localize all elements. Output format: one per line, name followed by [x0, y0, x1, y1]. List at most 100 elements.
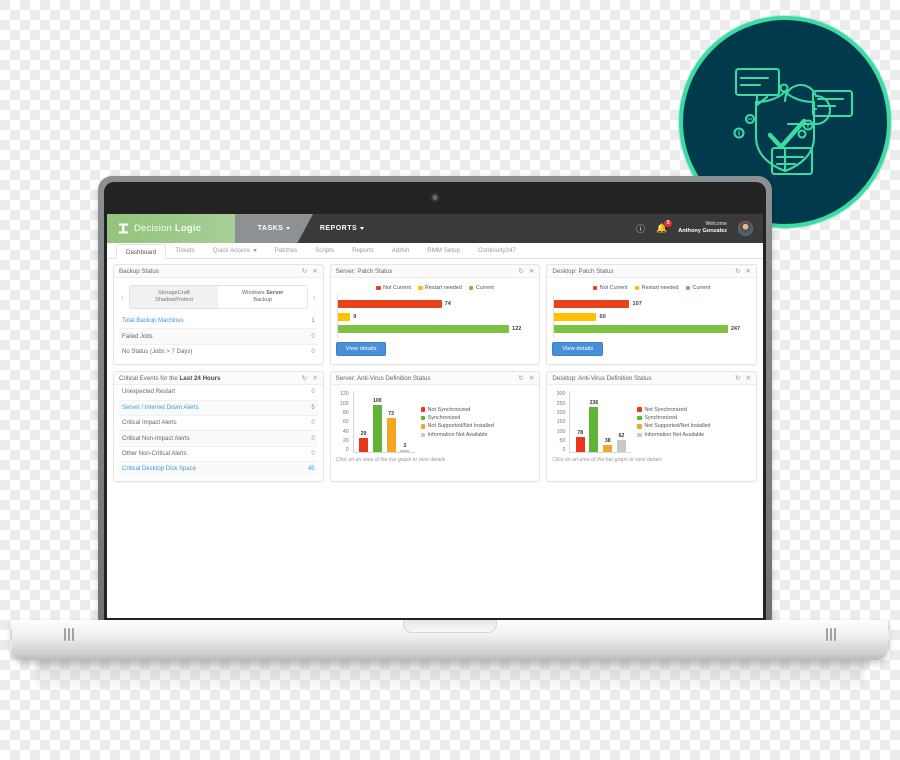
- vertical-bar-chart[interactable]: 120 100 80 60 40 20 0 29 100 73 3 Not Synchronized S…: [336, 389, 535, 454]
- list-item[interactable]: Server / Internet Down Alerts 5: [119, 400, 318, 416]
- trackpad-notch: [403, 620, 497, 633]
- bar-column[interactable]: 100: [372, 391, 382, 453]
- bar[interactable]: [554, 300, 630, 308]
- panel-body: ‹ StorageCraft ShadowProtect Windows Ser…: [114, 278, 323, 364]
- bar-row[interactable]: 107: [554, 299, 751, 310]
- vertical-bar-chart[interactable]: 300 250 200 150 100 50 0 78 236 38 62 Not Synchroni…: [552, 389, 751, 454]
- refresh-icon[interactable]: ↻: [735, 374, 740, 382]
- close-icon[interactable]: ✕: [312, 267, 317, 275]
- bar-row[interactable]: 9: [337, 311, 535, 322]
- y-tick-label: 80: [342, 409, 349, 416]
- list-item-label: Failed Jobs: [122, 333, 153, 340]
- database-icon: [118, 223, 129, 235]
- avatar[interactable]: [738, 221, 753, 236]
- close-icon[interactable]: ✕: [746, 267, 751, 275]
- legend-item: Not Synchronized: [420, 406, 494, 413]
- nav-reports[interactable]: REPORTS: [299, 214, 385, 243]
- speaker-grille-left: [64, 628, 74, 641]
- bell-icon[interactable]: 🔔 5: [656, 220, 673, 234]
- close-icon[interactable]: ✕: [529, 267, 534, 275]
- panel-header: Server: Anti-Virus Definition Status ↻ ✕: [330, 372, 540, 386]
- legend-swatch: [420, 415, 426, 421]
- refresh-icon[interactable]: ↻: [302, 374, 307, 382]
- close-icon[interactable]: ✕: [529, 374, 534, 382]
- bar-column[interactable]: 38: [603, 391, 613, 453]
- tab-tickets[interactable]: Tickets: [166, 243, 203, 258]
- list-item: Critical Impact Alerts 0: [119, 416, 318, 432]
- chevron-down-icon: [286, 227, 291, 230]
- refresh-icon[interactable]: ↻: [302, 267, 307, 275]
- bar-column[interactable]: 73: [386, 391, 396, 453]
- legend-label: Not Synchronized: [427, 406, 471, 413]
- list-item[interactable]: Critical Desktop Disk Space 45: [119, 462, 318, 477]
- legend-label: Current: [475, 285, 494, 291]
- bar[interactable]: [359, 438, 369, 453]
- bar-value-label: 3: [403, 443, 407, 450]
- bar[interactable]: [337, 312, 351, 321]
- refresh-icon[interactable]: ↻: [735, 267, 740, 275]
- tab-patches[interactable]: Patches: [266, 243, 306, 258]
- horizontal-bar-chart[interactable]: 74 9 122: [336, 295, 535, 338]
- legend-swatch: [418, 285, 423, 291]
- chevron-right-icon[interactable]: ›: [311, 293, 318, 302]
- bar-row[interactable]: 247: [554, 324, 751, 335]
- legend-swatch: [637, 415, 642, 421]
- bar[interactable]: [603, 445, 613, 453]
- horizontal-bar-chart[interactable]: 107 60 247: [553, 295, 751, 338]
- legend-item: Not Synchronized: [637, 407, 710, 413]
- legend-swatch: [685, 285, 691, 291]
- backup-tab-storagecraft[interactable]: StorageCraft ShadowProtect: [129, 286, 219, 309]
- bar[interactable]: [386, 417, 396, 453]
- bar-column[interactable]: 29: [359, 391, 369, 453]
- view-details-button[interactable]: View details: [552, 342, 604, 356]
- bar-column[interactable]: 236: [589, 391, 599, 453]
- tab-admin[interactable]: Admin: [383, 243, 419, 258]
- tab-dashboard[interactable]: Dashboard: [116, 244, 167, 259]
- tab-scripts[interactable]: Scripts: [306, 243, 343, 258]
- tab-reports[interactable]: Reports: [343, 243, 383, 258]
- bar-column[interactable]: 78: [575, 391, 585, 453]
- plot-area[interactable]: 29 100 73 3: [352, 391, 415, 454]
- view-details-button[interactable]: View details: [335, 342, 387, 356]
- panel-title: Server: Anti-Virus Definition Status: [335, 374, 431, 382]
- backup-tab-windows-server-backup[interactable]: Windows Server Backup: [218, 286, 307, 309]
- tab-continuity247[interactable]: Continuity247: [469, 243, 525, 258]
- close-icon[interactable]: ✕: [746, 374, 751, 382]
- list-item[interactable]: Total Backup Machines 1: [119, 314, 318, 330]
- bar-value-label: 9: [353, 313, 357, 320]
- bar-row[interactable]: 122: [337, 324, 535, 335]
- bar[interactable]: [337, 300, 442, 308]
- bar-column[interactable]: 3: [400, 391, 410, 453]
- chevron-left-icon[interactable]: ‹: [119, 293, 126, 302]
- list-item: Unexpected Restart 0: [119, 385, 318, 401]
- bar-column[interactable]: 62: [616, 391, 626, 453]
- tab-quick-access[interactable]: Quick Access: [204, 243, 266, 258]
- y-tick-label: 100: [340, 400, 349, 407]
- legend-label: Not Current: [383, 285, 411, 291]
- panel-title: Desktop: Patch Status: [552, 267, 614, 275]
- refresh-icon[interactable]: ↻: [518, 374, 523, 382]
- legend-swatch: [637, 432, 642, 438]
- list-item: No Status (Jobs > 7 Days) 0: [119, 345, 318, 359]
- legend-label: Synchronized: [427, 415, 461, 422]
- bar[interactable]: [372, 404, 382, 453]
- legend-label: Not Current: [599, 285, 628, 291]
- bar[interactable]: [575, 437, 585, 453]
- bar[interactable]: [589, 407, 599, 453]
- header-right-cluster: ⓘ 🔔 5 Welcome Anthony Gonzalez: [636, 214, 763, 243]
- list-item-label: Critical Desktop Disk Space: [122, 466, 197, 473]
- bar[interactable]: [337, 325, 510, 333]
- plot-area[interactable]: 78 236 38 62: [569, 391, 632, 454]
- bar[interactable]: [400, 450, 410, 453]
- help-circle-icon[interactable]: ⓘ: [636, 222, 645, 235]
- close-icon[interactable]: ✕: [312, 374, 317, 382]
- bar-row[interactable]: 74: [337, 299, 535, 310]
- refresh-icon[interactable]: ↻: [518, 267, 523, 275]
- bar[interactable]: [616, 440, 626, 453]
- panel-body: 300 250 200 150 100 50 0 78 236 38 62 Not Synchroni…: [547, 385, 756, 481]
- bar-row[interactable]: 60: [554, 311, 751, 322]
- tab-rmm-setup[interactable]: RMM Setup: [418, 243, 469, 258]
- bar[interactable]: [554, 312, 597, 321]
- brand-logo-area[interactable]: Decision Logic: [107, 214, 237, 243]
- bar[interactable]: [554, 325, 728, 333]
